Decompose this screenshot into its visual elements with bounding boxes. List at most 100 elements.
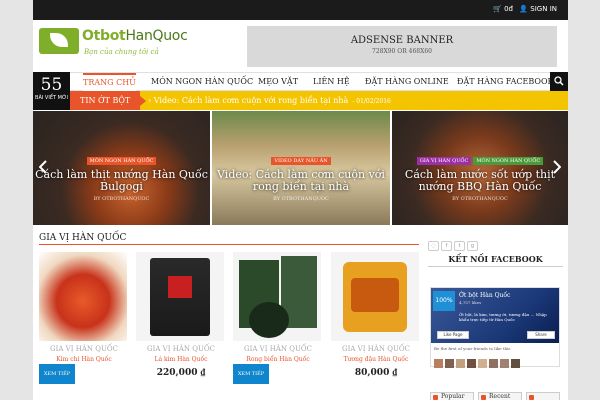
read-more-button[interactable]: XEM TIẾP <box>39 364 75 384</box>
avatar[interactable] <box>511 359 520 368</box>
tab-comments[interactable] <box>526 392 560 400</box>
facebook-widget[interactable]: 100% Ớt bột Hàn Quốc 4,757 likes Ớt bột,… <box>430 287 560 368</box>
avatar[interactable] <box>467 359 476 368</box>
fb-faces <box>434 353 522 368</box>
slide-category[interactable]: MÓN NGON HÀN QUỐC <box>473 157 544 165</box>
nav-korean-food[interactable]: MÓN NGON HÀN QUỐC <box>151 73 253 91</box>
product-card[interactable]: GIA VỊ HÀN QUỐC Lá kim Hàn Quốc 220,000 … <box>136 252 226 378</box>
product-grid: GIA VỊ HÀN QUỐC Kim chi Hàn Quốc XEM TIẾ… <box>39 252 419 400</box>
fb-likes: 4,757 likes <box>459 300 482 305</box>
product-card[interactable]: GIA VỊ HÀN QUỐC Kim chi Hàn Quốc XEM TIẾ… <box>39 252 129 384</box>
avatar[interactable] <box>434 359 443 368</box>
slide[interactable]: MÓN NGON HÀN QUỐC Cách làm thịt nướng Hà… <box>33 111 210 225</box>
adsense-banner[interactable]: ADSENSE BANNER 728X90 OR 468X60 <box>247 26 557 67</box>
avatar[interactable] <box>445 359 454 368</box>
main-nav: TRANG CHỦ MÓN NGON HÀN QUỐC MẸO VẶT LIÊN… <box>33 72 568 91</box>
tub-label <box>351 278 399 312</box>
top-bar: 🛒 0đ 👤 SIGN IN <box>33 0 568 20</box>
pack-label <box>168 276 192 298</box>
product-category[interactable]: GIA VỊ HÀN QUỐC <box>39 345 129 353</box>
slide-author: BY OTBOTHANQUOC <box>93 196 150 202</box>
search-button[interactable] <box>550 72 568 91</box>
avatar[interactable] <box>478 359 487 368</box>
search-icon <box>554 76 564 86</box>
share-button[interactable]: Share <box>527 331 555 339</box>
product-name[interactable]: Rong biển Hàn Quốc <box>233 356 323 363</box>
product-name[interactable]: Tương đậu Hàn Quốc <box>331 356 421 363</box>
fb-page-name[interactable]: Ớt bột Hàn Quốc <box>459 292 510 299</box>
site-logo[interactable]: OtbotHanQuoc Bạn của chung tôi cả <box>39 26 188 64</box>
ticker-headline: Video: Cách làm cơm cuộn với rong biển t… <box>153 96 349 105</box>
chevron-right-icon[interactable] <box>553 160 561 174</box>
product-category[interactable]: GIA VỊ HÀN QUỐC <box>233 345 323 353</box>
read-more-button[interactable]: XEM TIẾP <box>233 364 269 384</box>
product-image[interactable] <box>331 252 419 341</box>
product-card[interactable]: GIA VỊ HÀN QUỐC Tương đậu Hàn Quốc 80,00… <box>331 252 421 378</box>
slide-caption: GIA VỊ HÀN QUỐC MÓN NGON HÀN QUỐC Cách là… <box>392 147 568 202</box>
slide-category[interactable]: VIDEO DẠY NẤU ĂN <box>271 157 331 165</box>
chevron-right-icon: › <box>148 96 152 105</box>
product-image[interactable] <box>39 252 127 341</box>
nav-order-online[interactable]: ĐẶT HÀNG ONLINE <box>365 73 449 91</box>
tab-recent[interactable]: Recent <box>478 392 522 400</box>
cart-link[interactable]: 🛒 0đ <box>493 5 513 13</box>
nav-home[interactable]: TRANG CHỦ <box>83 73 136 91</box>
featured-slider: MÓN NGON HÀN QUỐC Cách làm thịt nướng Hà… <box>33 111 568 225</box>
slide-title[interactable]: Video: Cách làm cơm cuộn với rong biển t… <box>212 169 390 193</box>
ticker-headline-link[interactable]: › Video: Cách làm cơm cuộn với rong biển… <box>148 91 391 111</box>
facebook-icon[interactable]: f <box>441 241 452 251</box>
nav-contact[interactable]: LIÊN HỆ <box>313 73 350 91</box>
post-count-label: BÀI VIẾT MỚI <box>35 95 68 101</box>
slide[interactable]: VIDEO DẠY NẤU ĂN Video: Cách làm cơm cuộ… <box>212 111 390 225</box>
product-name[interactable]: Lá kim Hàn Quốc <box>136 356 226 363</box>
slide[interactable]: GIA VỊ HÀN QUỐC MÓN NGON HÀN QUỐC Cách là… <box>392 111 568 225</box>
product-category[interactable]: GIA VỊ HÀN QUỐC <box>136 345 226 353</box>
twitter-icon[interactable]: t <box>454 241 465 251</box>
seaweed-bowl <box>249 302 289 338</box>
logo-tagline: Bạn của chung tôi cả <box>84 48 159 56</box>
page: 🛒 0đ 👤 SIGN IN OtbotHanQuoc Bạn của chun… <box>33 0 568 400</box>
sign-in-link[interactable]: 👤 SIGN IN <box>519 5 557 13</box>
header: OtbotHanQuoc Bạn của chung tôi cả ADSENS… <box>33 20 568 72</box>
section-title[interactable]: GIA VỊ HÀN QUỐC <box>39 233 126 243</box>
news-ticker: TIN ỚT BỘT › Video: Cách làm cơm cuộn vớ… <box>70 91 568 110</box>
cart-icon: 🛒 <box>493 5 502 13</box>
product-image[interactable] <box>136 252 224 341</box>
facebook-section-title: KẾT NỐI FACEBOOK <box>448 254 543 264</box>
tab-popular[interactable]: Popular <box>430 392 474 400</box>
nav-order-facebook[interactable]: ĐẶT HÀNG FACEBOOK <box>457 73 554 91</box>
post-counter: 55 BÀI VIẾT MỚI <box>33 72 70 110</box>
like-page-button[interactable]: Like Page <box>437 331 469 339</box>
product-price: 80,000 ₫ <box>354 368 398 378</box>
slide-title[interactable]: Cách làm thịt nướng Hàn Quốc Bulgogi <box>33 169 210 193</box>
chevron-left-icon[interactable] <box>39 160 47 174</box>
google-plus-icon[interactable]: g <box>467 241 478 251</box>
fb-description: Ớt bột, lá kim, tương ớt, tương đậu ... … <box>459 312 547 322</box>
product-price: 220,000 ₫ <box>156 368 206 378</box>
slide-category[interactable]: GIA VỊ HÀN QUỐC <box>416 157 472 165</box>
slide-author: BY OTBOTHANQUOC <box>273 196 329 202</box>
avatar[interactable] <box>456 359 465 368</box>
product-card[interactable]: GIA VỊ HÀN QUỐC Rong biển Hàn Quốc XEM T… <box>233 252 323 384</box>
slide-caption: MÓN NGON HÀN QUỐC Cách làm thịt nướng Hà… <box>33 147 210 202</box>
slide-category[interactable]: MÓN NGON HÀN QUỐC <box>86 157 157 165</box>
banner-size: 728X90 OR 468X60 <box>372 48 432 55</box>
product-image[interactable] <box>233 252 321 341</box>
slide-title[interactable]: Cách làm nước sốt ướp thịt nướng BBQ Hàn… <box>392 169 568 193</box>
post-count: 55 <box>40 75 63 95</box>
sidebar-divider <box>428 266 563 267</box>
user-icon: 👤 <box>519 5 529 13</box>
avatar[interactable] <box>489 359 498 368</box>
product-category[interactable]: GIA VỊ HÀN QUỐC <box>331 345 421 353</box>
ticker-label: TIN ỚT BỘT <box>70 91 146 110</box>
cart-total: 0đ <box>504 5 513 13</box>
product-name[interactable]: Kim chi Hàn Quốc <box>39 356 129 363</box>
fb-first-text: Be the first of your friends to like thi… <box>434 346 511 351</box>
section-divider <box>39 244 419 245</box>
social-links: ◌ f t g <box>428 232 480 251</box>
slide-author: BY OTBOTHANQUOC <box>452 196 508 202</box>
avatar[interactable] <box>500 359 509 368</box>
page-avatar: 100% <box>433 291 455 311</box>
rss-icon[interactable]: ◌ <box>428 241 439 251</box>
nav-tips[interactable]: MẸO VẶT <box>258 73 298 91</box>
